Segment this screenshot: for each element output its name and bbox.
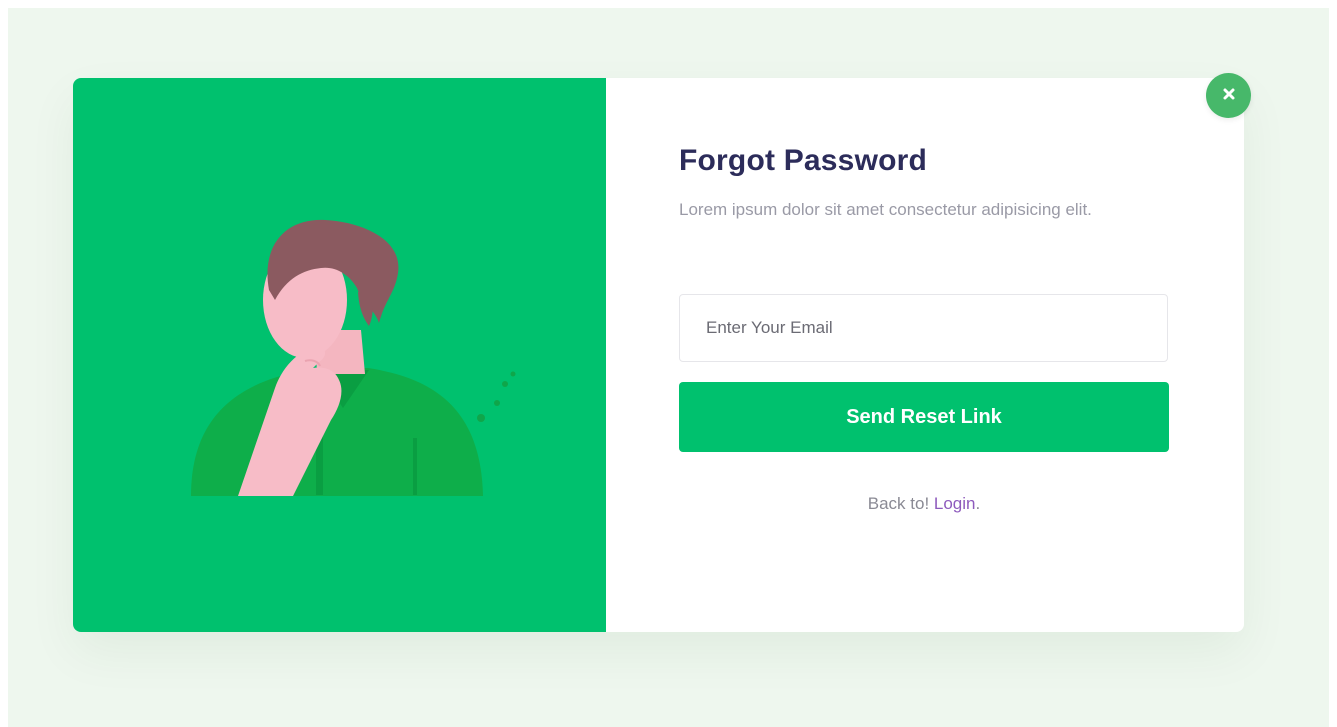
illustration-panel — [73, 78, 606, 632]
forgot-password-modal: Forgot Password Lorem ipsum dolor sit am… — [73, 78, 1244, 632]
back-prefix: Back to! — [867, 494, 934, 513]
description-text: Lorem ipsum dolor sit amet consectetur a… — [679, 200, 1092, 219]
login-link[interactable]: Login — [934, 494, 976, 513]
back-to-login-text: Back to! Login. — [679, 494, 1169, 514]
page-title: Forgot Password — [679, 144, 928, 177]
close-icon — [1221, 86, 1237, 105]
thinking-person-illustration — [191, 219, 516, 496]
back-suffix: . — [975, 494, 981, 513]
send-reset-link-button[interactable]: Send Reset Link — [679, 382, 1169, 452]
close-button[interactable] — [1206, 73, 1251, 118]
form-panel: Forgot Password Lorem ipsum dolor sit am… — [606, 78, 1244, 632]
email-field[interactable] — [679, 294, 1168, 362]
